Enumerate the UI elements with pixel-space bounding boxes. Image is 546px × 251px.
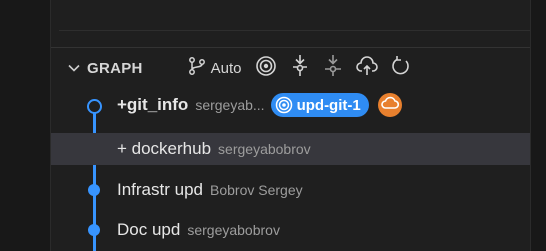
commit-row[interactable]: +git_info sergeyab... upd-git-1 <box>51 89 531 121</box>
commit-author: sergeyab... <box>195 97 265 113</box>
pull-icon <box>323 54 343 83</box>
pull-button[interactable] <box>323 54 343 83</box>
remote-badge[interactable] <box>377 93 402 117</box>
activity-bar <box>0 0 50 251</box>
cloud-icon <box>380 96 399 115</box>
graph-toolbar: Auto <box>187 54 424 83</box>
commit-author: sergeyabobrov <box>187 222 280 238</box>
divider <box>59 30 531 31</box>
source-control-panel: GRAPH Auto +git_info sergeyab... upd-git… <box>50 0 531 251</box>
branch-badge[interactable]: upd-git-1 <box>270 93 369 117</box>
branch-name: upd-git-1 <box>296 96 361 114</box>
commit-author: Bobrov Sergey <box>210 182 303 198</box>
target-button[interactable] <box>255 55 277 82</box>
target-icon <box>275 96 293 114</box>
fetch-button[interactable] <box>290 54 310 83</box>
graph-section-header[interactable]: GRAPH Auto <box>67 52 527 84</box>
commit-message: Infrastr upd <box>117 180 203 199</box>
push-button[interactable] <box>355 55 378 81</box>
right-edge <box>530 0 546 251</box>
chevron-down-icon[interactable] <box>67 61 81 75</box>
section-divider <box>51 47 531 48</box>
commit-message: Doc upd <box>117 220 181 239</box>
fetch-icon <box>290 54 310 83</box>
graph-title: GRAPH <box>87 59 143 77</box>
target-icon <box>255 55 277 82</box>
auto-branch-filter-button[interactable]: Auto <box>187 56 242 80</box>
auto-label: Auto <box>210 59 242 77</box>
source-control-icon <box>187 56 207 81</box>
commit-message: + dockerhub <box>117 139 212 158</box>
commit-message: +git_info <box>117 95 189 114</box>
refresh-button[interactable] <box>391 55 411 82</box>
refresh-icon <box>391 55 411 82</box>
commit-row[interactable]: Infrastr upd Bobrov Sergey <box>51 174 531 206</box>
commit-author: sergeyabobrov <box>218 141 311 157</box>
commit-row-selected[interactable]: + dockerhub sergeyabobrov <box>51 133 531 165</box>
commit-row[interactable]: Doc upd sergeyabobrov <box>51 214 531 246</box>
cloud-upload-icon <box>355 55 378 81</box>
